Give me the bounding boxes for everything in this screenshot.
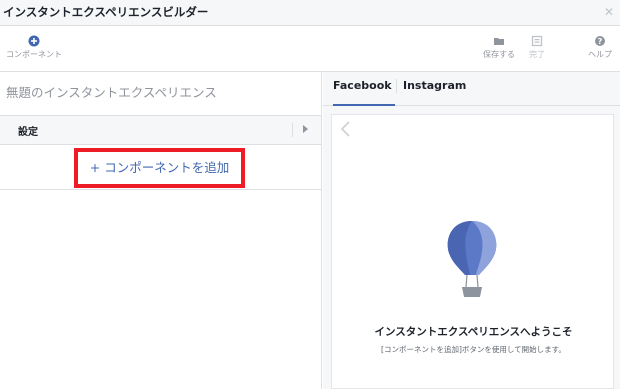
hot-air-balloon-icon	[447, 221, 497, 297]
tab-facebook[interactable]: Facebook	[333, 79, 395, 106]
close-icon[interactable]: ✕	[604, 5, 614, 19]
platform-tabs: Facebook Instagram	[323, 72, 620, 106]
component-button[interactable]: コンポーネント	[4, 34, 64, 60]
toolbar: コンポーネント 保存する 完了 ? ヘルプ	[0, 26, 620, 72]
chevron-left-icon[interactable]	[339, 119, 353, 139]
divider	[292, 123, 293, 137]
help-button[interactable]: ? ヘルプ	[584, 34, 616, 60]
add-component-button[interactable]: + コンポーネントを追加	[74, 148, 245, 188]
welcome-hint: [コンポーネントを追加]ボタンを使用して開始します。	[381, 345, 566, 354]
done-label: 完了	[529, 50, 545, 59]
done-icon	[531, 35, 543, 47]
tab-divider	[396, 79, 397, 93]
welcome-title: インスタントエクスペリエンスへようこそ	[374, 326, 573, 338]
plus-circle-icon	[28, 35, 40, 47]
done-button[interactable]: 完了	[524, 34, 550, 60]
help-icon: ?	[595, 36, 605, 46]
settings-row[interactable]: 設定	[0, 115, 321, 145]
component-label: コンポーネント	[6, 50, 62, 59]
title-bar: インスタントエクスペリエンスビルダー ✕	[0, 0, 620, 26]
document-title[interactable]: 無題のインスタントエクスペリエンス	[6, 82, 217, 101]
help-label: ヘルプ	[588, 50, 612, 59]
settings-label: 設定	[18, 127, 38, 138]
save-button[interactable]: 保存する	[482, 34, 516, 60]
left-panel: 無題のインスタントエクスペリエンス 設定 + コンポーネントを追加	[0, 72, 322, 389]
svg-text:?: ?	[598, 37, 603, 46]
phone-preview: インスタントエクスペリエンスへようこそ [コンポーネントを追加]ボタンを使用して…	[331, 114, 614, 389]
save-label: 保存する	[483, 50, 515, 59]
tab-instagram[interactable]: Instagram	[403, 79, 466, 92]
chevron-right-icon[interactable]	[303, 125, 308, 133]
folder-icon	[494, 38, 504, 45]
add-component-area: + コンポーネントを追加	[0, 145, 321, 190]
preview-panel: Facebook Instagram インスタントエクスペリエンスへようこそ […	[323, 72, 620, 389]
window-title: インスタントエクスペリエンスビルダー	[3, 5, 209, 19]
